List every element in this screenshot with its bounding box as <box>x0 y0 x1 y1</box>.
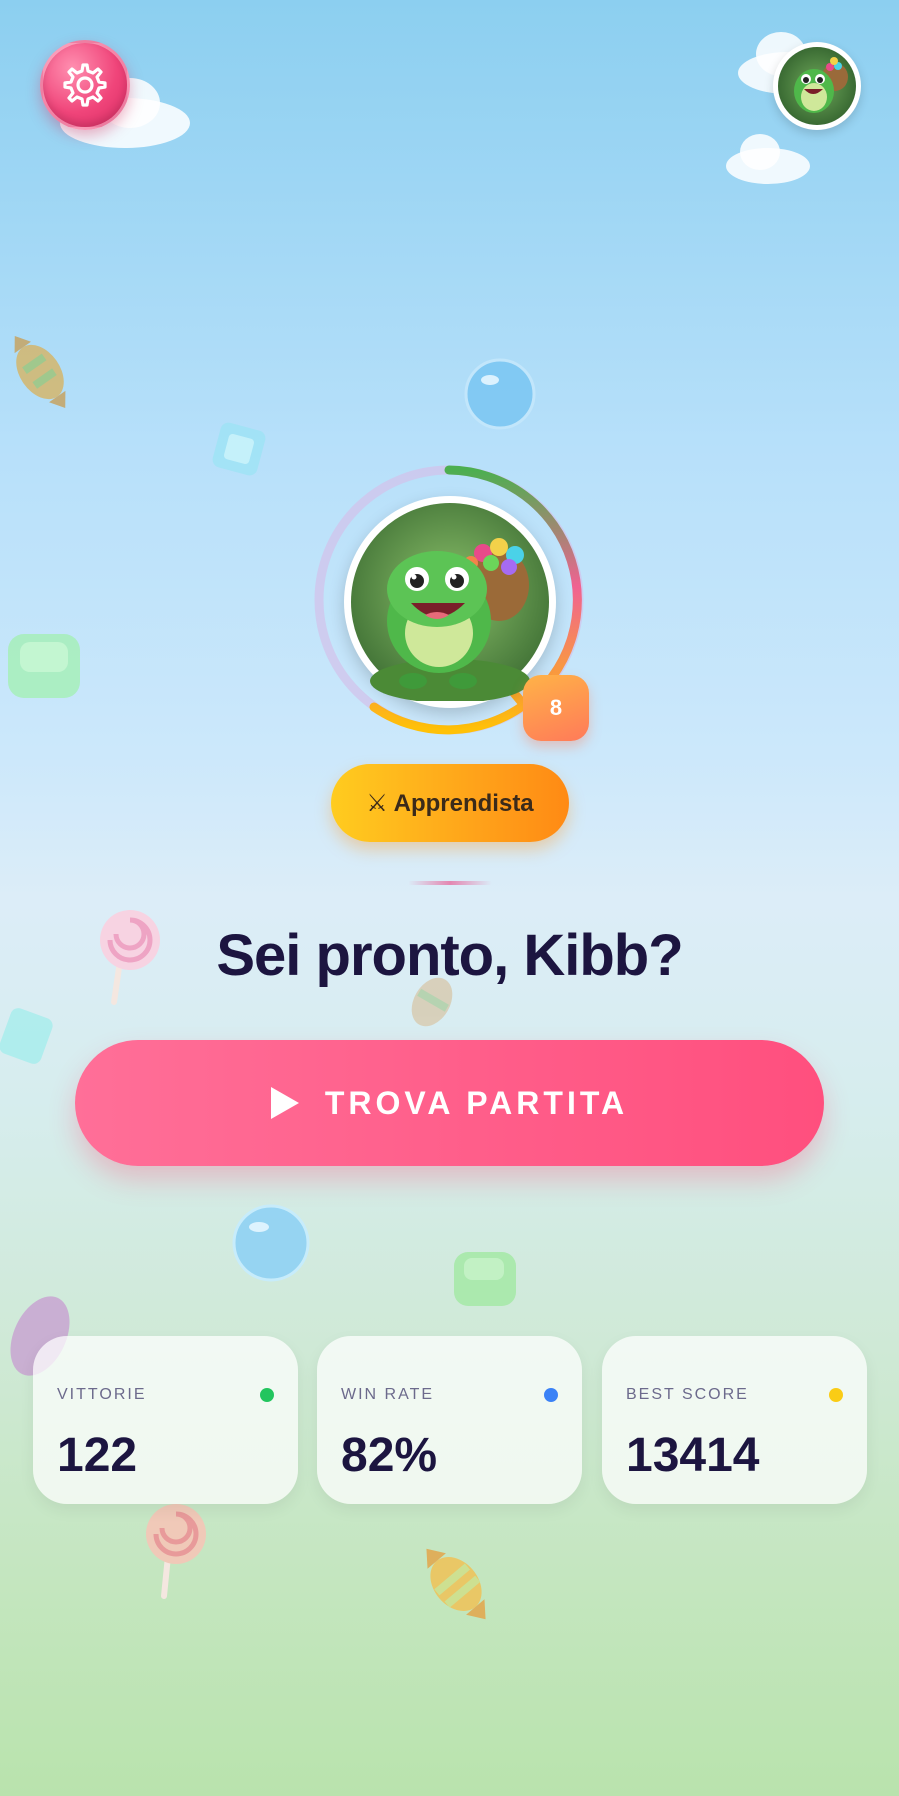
gummy-cube-decoration <box>8 634 80 698</box>
ice-cube-decoration <box>0 1008 53 1064</box>
find-match-label: TROVA PARTITA <box>324 1084 629 1121</box>
status-dot <box>260 1388 274 1402</box>
stat-label: VITTORIE <box>57 1386 147 1403</box>
profile-avatar <box>344 496 556 708</box>
lollipop-decoration <box>146 1504 206 1599</box>
candy-decoration <box>426 1548 486 1620</box>
divider <box>408 881 492 885</box>
find-match-button[interactable]: TROVA PARTITA <box>75 1040 824 1166</box>
bubble-decoration <box>232 1204 310 1282</box>
level-badge: 8 <box>523 675 589 741</box>
bubble-decoration <box>464 358 536 430</box>
gummy-cube-decoration <box>454 1252 516 1306</box>
candy-decoration <box>14 335 66 409</box>
stat-card-wins: VITTORIE 122 <box>33 1336 298 1504</box>
ice-cube-decoration <box>212 422 266 476</box>
gear-icon <box>63 63 107 107</box>
stat-label: BEST SCORE <box>626 1386 749 1403</box>
status-dot <box>829 1388 843 1402</box>
greeting-title: Sei pronto, Kibb? <box>216 923 683 988</box>
rank-label: ⚔ Apprendista <box>366 789 534 817</box>
profile-avatar-button[interactable] <box>773 42 861 130</box>
play-icon <box>270 1087 299 1119</box>
stat-card-best-score: BEST SCORE 13414 <box>602 1336 867 1504</box>
stat-label: WIN RATE <box>341 1386 435 1403</box>
stat-value: 122 <box>57 1429 138 1482</box>
stat-value: 13414 <box>626 1429 760 1482</box>
status-dot <box>544 1388 558 1402</box>
stat-value: 82% <box>341 1429 438 1482</box>
settings-button[interactable] <box>40 40 130 130</box>
cloud-decoration <box>726 134 812 186</box>
dino-avatar-icon <box>351 503 549 701</box>
rank-badge: ⚔ Apprendista <box>331 764 569 842</box>
dino-avatar-icon <box>778 47 856 125</box>
stat-card-win-rate: WIN RATE 82% <box>317 1336 582 1504</box>
